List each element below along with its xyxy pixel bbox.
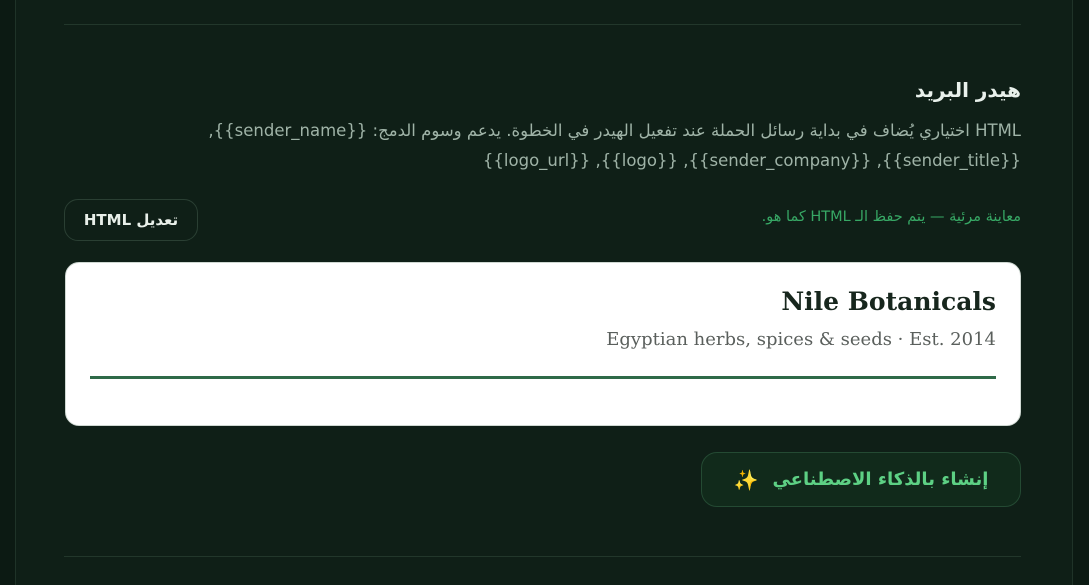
preview-note: معاينة مرئية — يتم حفظ الـ HTML كما هو. <box>761 209 1021 225</box>
preview-brand-name: Nile Botanicals <box>781 287 996 316</box>
preview-tagline: Egyptian herbs, spices & seeds · Est. 20… <box>606 329 996 350</box>
section-divider-bottom <box>64 556 1021 557</box>
generate-with-ai-label: إنشاء بالذكاء الاصطناعي <box>772 469 989 490</box>
section-divider-top <box>64 24 1021 25</box>
sparkles-icon: ✨ <box>733 467 759 492</box>
generate-with-ai-button[interactable]: إنشاء بالذكاء الاصطناعي ✨ <box>701 452 1021 507</box>
header-preview-card: Nile Botanicals Egyptian herbs, spices &… <box>65 262 1021 426</box>
section-title: هيدر البريد <box>914 78 1021 102</box>
section-description: HTML اختياري يُضاف في بداية رسائل الحملة… <box>208 121 1021 170</box>
preview-accent-rule <box>90 376 996 379</box>
edit-html-button[interactable]: تعديل HTML <box>64 199 198 241</box>
